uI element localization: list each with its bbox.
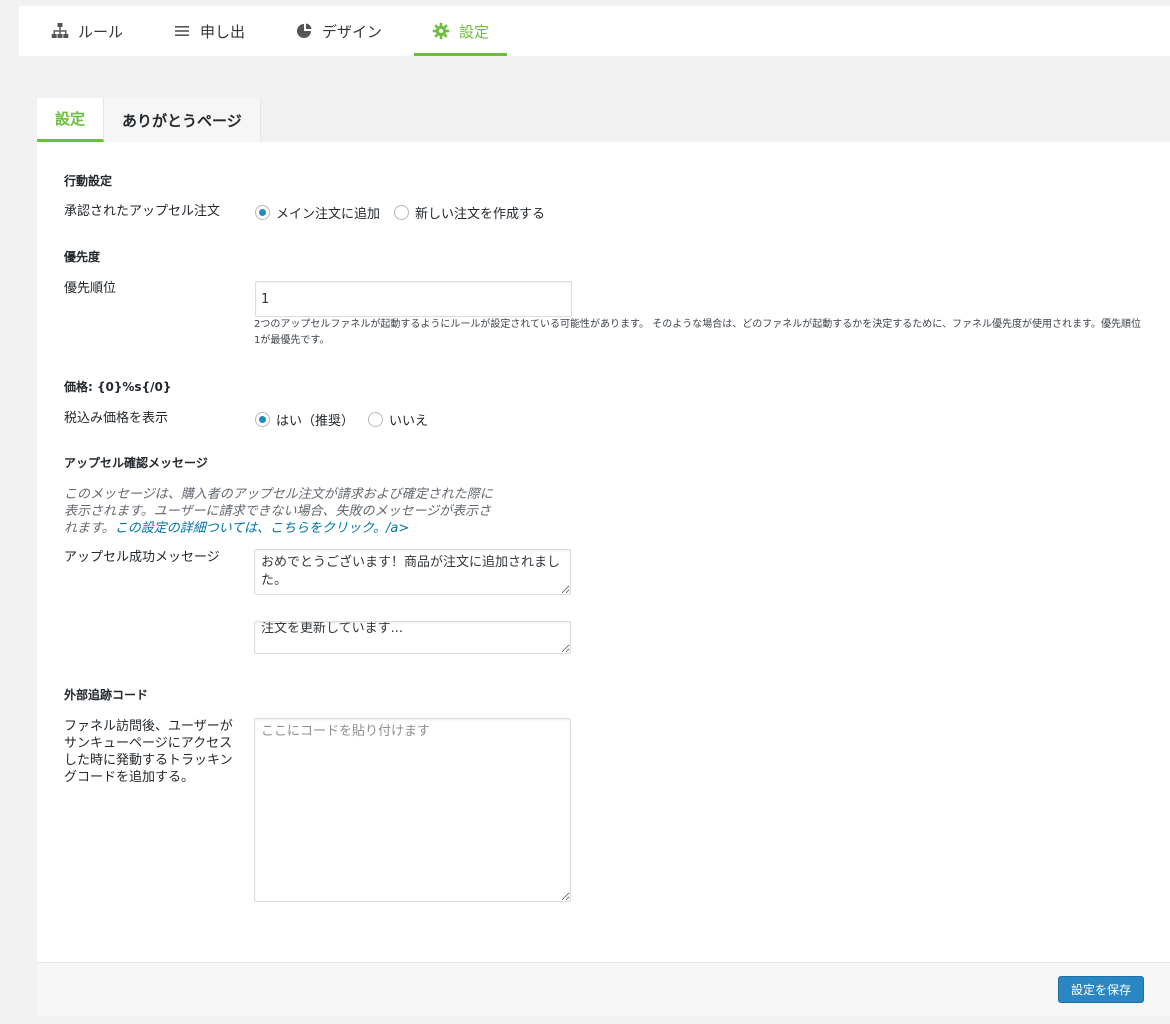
price-section-title: 価格: {0}%s{/0} <box>64 380 172 394</box>
upsell-order-label: 承認されたアップセル注文 <box>64 204 221 219</box>
list-icon <box>175 26 190 36</box>
save-settings-button[interactable]: 設定を保存 <box>1057 976 1144 1003</box>
upsell-success-textarea[interactable]: おめでとうございます！商品が注文に追加されました。 <box>254 549 571 595</box>
nav-tab-settings[interactable]: 設定 <box>414 6 508 56</box>
footer-bar: 設定を保存 <box>37 962 1170 1016</box>
priority-label: 優先順位 <box>64 281 117 296</box>
radio-tax-no[interactable] <box>368 412 384 427</box>
nav-tab-rules-label: ルール <box>78 22 124 41</box>
nav-tab-settings-label: 設定 <box>459 22 490 41</box>
radio-tax-no-label[interactable]: いいえ <box>389 410 428 429</box>
gear-icon <box>432 22 450 40</box>
radio-add-to-main-order[interactable] <box>255 205 270 220</box>
radio-create-new-order[interactable] <box>394 205 410 220</box>
radio-tax-yes[interactable] <box>255 412 270 427</box>
priority-help-text: 2つのアップセルファネルが起動するようにルールが設定されている可能性があります。… <box>254 319 1141 346</box>
sitemap-icon <box>51 23 69 38</box>
tracking-code-textarea[interactable] <box>254 718 571 902</box>
top-navigation: ルール 申し出 デザイン 設定 <box>19 6 1170 56</box>
settings-detail-link[interactable]: この設定の詳細ついては、こちらをクリック。/a> <box>115 521 410 536</box>
tracking-section-title: 外部追跡コード <box>64 688 149 702</box>
tax-inclusive-price-label: 税込み価格を表示 <box>64 411 169 426</box>
nav-tab-design-label: デザイン <box>322 22 383 41</box>
settings-subtabs: 設定 ありがとうページ <box>37 98 261 142</box>
upsell-success-label: アップセル成功メッセージ <box>64 550 220 565</box>
radio-tax-yes-label[interactable]: はい（推奨） <box>276 410 354 429</box>
behavior-section-title: 行動設定 <box>64 174 113 188</box>
subtab-settings[interactable]: 設定 <box>37 98 105 142</box>
message-description: このメッセージは、購入者のアップセル注文が請求および確定された際に表示されます。… <box>64 486 504 537</box>
nav-tab-offers[interactable]: 申し出 <box>155 6 263 56</box>
message-section-title: アップセル確認メッセージ <box>64 456 208 470</box>
priority-input[interactable] <box>255 281 572 317</box>
order-updating-textarea[interactable]: 注文を更新しています... <box>254 621 571 654</box>
nav-tab-design[interactable]: デザイン <box>277 6 400 56</box>
radio-add-to-main-order-label[interactable]: メイン注文に追加 <box>276 203 380 222</box>
nav-tab-rules[interactable]: ルール <box>33 6 141 56</box>
settings-panel: 行動設定 承認されたアップセル注文 メイン注文に追加 新しい注文を作成する 優先… <box>37 142 1170 962</box>
upsell-order-radio-group: メイン注文に追加 新しい注文を作成する <box>255 203 553 222</box>
priority-section-title: 優先度 <box>64 250 101 264</box>
radio-create-new-order-label[interactable]: 新しい注文を作成する <box>415 203 545 222</box>
tracking-code-label: ファネル訪問後、ユーザーがサンキューページにアクセスした時に発動するトラッキング… <box>64 719 233 785</box>
nav-tab-offers-label: 申し出 <box>200 22 246 41</box>
tax-price-radio-group: はい（推奨） いいえ <box>255 410 436 429</box>
palette-icon <box>297 23 312 38</box>
subtab-thank-you-page[interactable]: ありがとうページ <box>104 98 261 142</box>
